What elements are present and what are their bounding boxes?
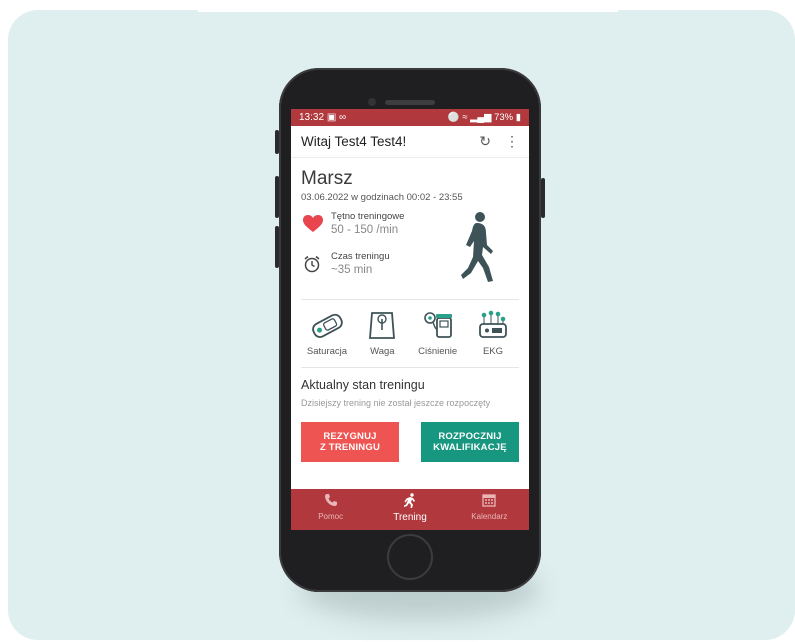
status-time: 13:32	[299, 112, 325, 123]
gallery-notification-icon: ▣	[326, 112, 337, 123]
start-line-1: ROZPOCZNIJ	[438, 430, 502, 442]
device-weight[interactable]: Waga	[356, 310, 408, 357]
running-icon	[370, 493, 449, 510]
device-weight-label: Waga	[370, 346, 395, 357]
start-qualification-button-text: ROZPOCZNIJ KWALIFIKACJĘ	[433, 431, 507, 454]
bottom-nav: Pomoc Trening Kalendarz	[291, 489, 529, 530]
device-blood-pressure-label: Ciśnienie	[418, 346, 458, 357]
battery-icon: ▮	[515, 112, 521, 123]
divider	[301, 367, 519, 368]
phone-home-button[interactable]	[387, 534, 433, 580]
signal-icon: ▂▄▆	[470, 112, 492, 123]
phone-camera	[368, 98, 376, 106]
training-status-subtitle: Dzisiejszy trening nie został jeszcze ro…	[301, 398, 491, 408]
resign-line-2: Z TRENINGU	[319, 442, 381, 453]
status-time-group: 13:32 ▣ ∞	[299, 112, 346, 123]
start-qualification-button[interactable]: ROZPOCZNIJ KWALIFIKACJĘ	[421, 422, 519, 462]
scale-icon	[369, 312, 396, 339]
walking-person-icon	[461, 212, 493, 282]
activity-title: Marsz	[301, 168, 353, 189]
phone-volume-down	[275, 226, 279, 268]
nav-item-training[interactable]: Trening	[370, 489, 449, 530]
app-bar: Witaj Test4 Test4! ↻ ⋮	[291, 126, 529, 158]
calendar-icon	[450, 493, 529, 510]
duration-stat: Czas treningu ~35 min	[303, 251, 390, 278]
phone-volume-up	[275, 176, 279, 218]
nav-label-calendar: Kalendarz	[471, 512, 508, 521]
training-status-title: Aktualny stan treningu	[301, 378, 425, 392]
resign-line-1: REZYGNUJ	[323, 430, 377, 442]
heart-rate-label: Tętno treningowe	[331, 211, 405, 222]
status-bar: 13:32 ▣ ∞ ⚪ ≈ ▂▄▆ 73% ▮	[291, 109, 529, 126]
ecg-device-icon	[479, 310, 507, 338]
battery-percent: 73%	[494, 112, 514, 123]
device-blood-pressure[interactable]: Ciśnienie	[412, 310, 464, 357]
app-screen: 13:32 ▣ ∞ ⚪ ≈ ▂▄▆ 73% ▮ Witaj Test4 Test…	[291, 109, 529, 530]
heart-rate-stat: Tętno treningowe 50 - 150 /min	[303, 211, 404, 238]
resign-training-button-text: REZYGNUJ Z TRENINGU	[320, 431, 380, 454]
phone-icon	[291, 493, 370, 510]
phone-power-button	[541, 178, 545, 218]
divider	[301, 299, 519, 300]
device-ecg[interactable]: EKG	[467, 310, 519, 357]
app-bar-title: Witaj Test4 Test4!	[301, 134, 407, 149]
pulse-oximeter-icon	[312, 313, 343, 338]
training-stats: Tętno treningowe 50 - 150 /min Czas tren…	[301, 211, 519, 295]
sync-icon[interactable]: ↻	[479, 133, 491, 150]
start-line-2: KWALIFIKACJĘ	[433, 442, 507, 453]
heart-icon	[303, 215, 323, 238]
training-content: Marsz 03.06.2022 w godzinach 00:02 - 23:…	[291, 168, 529, 462]
action-buttons: REZYGNUJ Z TRENINGU ROZPOCZNIJ KWALIFIKA…	[301, 422, 519, 462]
blood-pressure-icon	[423, 312, 452, 338]
phone-mute-switch	[275, 130, 279, 154]
wifi-icon: ≈	[462, 112, 468, 123]
nav-item-help[interactable]: Pomoc	[291, 489, 370, 530]
duration-value: ~35 min	[331, 264, 373, 276]
alarm-clock-icon	[303, 255, 323, 278]
top-divider-line	[198, 10, 618, 12]
device-row: Saturacja Waga Ciśnienie EKG	[301, 304, 519, 357]
device-ecg-label: EKG	[482, 346, 504, 357]
heart-rate-value: 50 - 150 /min	[331, 224, 399, 236]
status-right-group: ⚪ ≈ ▂▄▆ 73% ▮	[448, 112, 521, 123]
device-saturation[interactable]: Saturacja	[301, 310, 353, 357]
nav-item-calendar[interactable]: Kalendarz	[450, 489, 529, 530]
more-menu-icon[interactable]: ⋮	[505, 133, 519, 150]
duration-label: Czas treningu	[331, 251, 390, 262]
voicemail-notification-icon: ∞	[339, 112, 347, 123]
key-icon: ⚪	[447, 112, 460, 123]
device-saturation-label: Saturacja	[306, 346, 348, 357]
nav-label-training: Trening	[393, 512, 427, 523]
resign-training-button[interactable]: REZYGNUJ Z TRENINGU	[301, 422, 399, 462]
phone-speaker	[385, 100, 435, 105]
training-date: 03.06.2022 w godzinach 00:02 - 23:55	[301, 192, 463, 203]
nav-label-help: Pomoc	[318, 512, 344, 521]
